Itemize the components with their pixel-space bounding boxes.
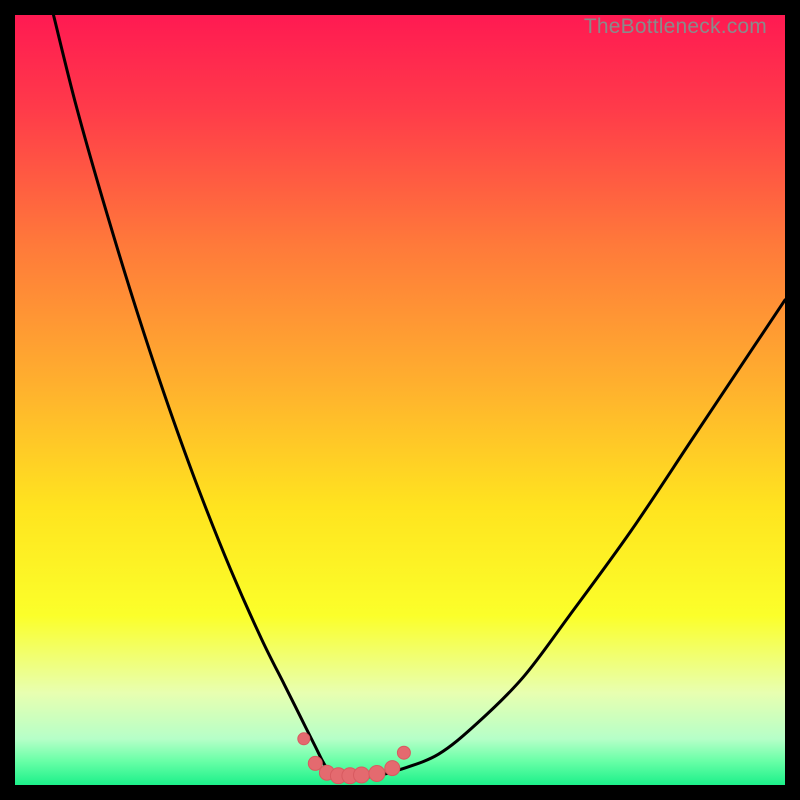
bottleneck-chart: [15, 15, 785, 785]
valley-marker: [397, 746, 410, 759]
valley-marker: [298, 733, 310, 745]
valley-marker: [385, 761, 400, 776]
valley-marker: [354, 767, 370, 783]
valley-marker: [369, 766, 385, 782]
chart-frame: TheBottleneck.com: [15, 15, 785, 785]
gradient-background: [15, 15, 785, 785]
watermark-label: TheBottleneck.com: [584, 15, 767, 39]
valley-marker: [308, 756, 322, 770]
